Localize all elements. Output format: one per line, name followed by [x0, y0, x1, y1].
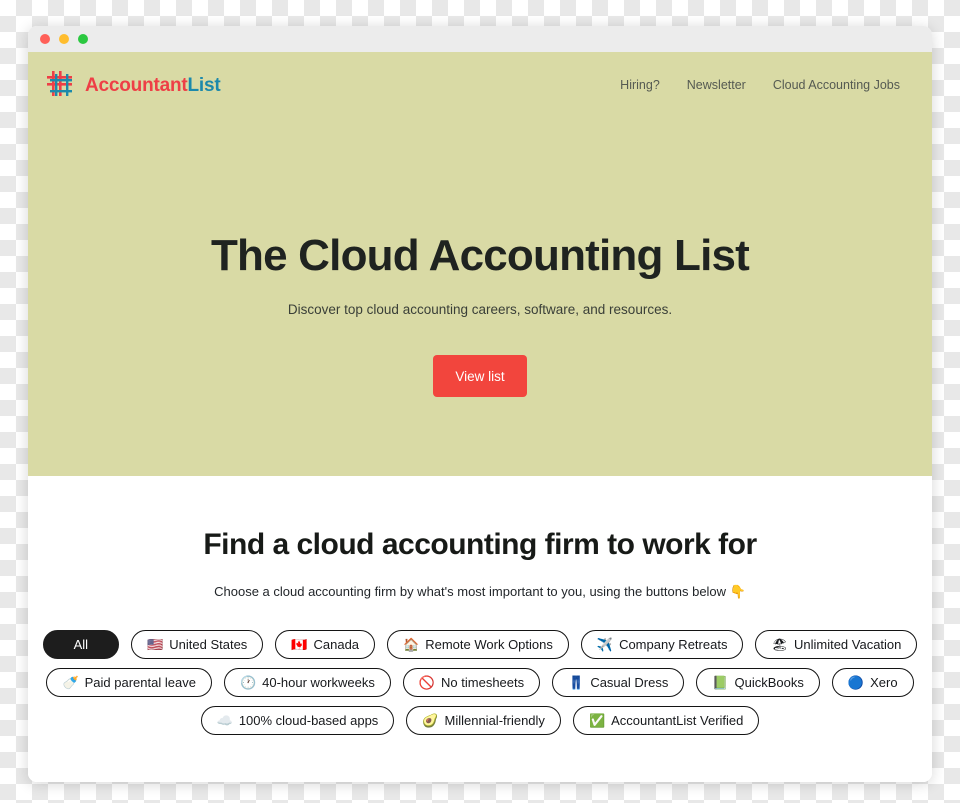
- filter-pill-100-cloud-based-apps[interactable]: ☁️ 100% cloud-based apps: [200, 706, 395, 735]
- filter-pill-quickbooks[interactable]: 📗 QuickBooks: [696, 668, 820, 697]
- filter-pill-unlimited-vacation[interactable]: 🏖 Unlimited Vacation: [755, 630, 918, 659]
- find-section-subtitle: Choose a cloud accounting firm by what's…: [214, 584, 746, 599]
- flag-canada-icon: 🇨🇦: [291, 637, 308, 652]
- filter-pill-all[interactable]: All: [42, 630, 120, 659]
- filter-pill-label: United States: [169, 637, 248, 652]
- find-firm-section: Find a cloud accounting firm to work for…: [28, 476, 932, 782]
- brand-name: AccountantList: [85, 76, 221, 95]
- find-section-title: Find a cloud accounting firm to work for: [203, 528, 757, 561]
- nav-links: Hiring? Newsletter Cloud Accounting Jobs: [620, 78, 900, 92]
- flag-us-icon: 🇺🇸: [147, 637, 164, 652]
- filter-pill-united-states[interactable]: 🇺🇸 United States: [131, 630, 264, 659]
- house-icon: 🏠: [403, 637, 420, 652]
- filter-pill-label: Canada: [313, 637, 360, 652]
- filter-pill-remote-work-options[interactable]: 🏠 Remote Work Options: [387, 630, 569, 659]
- hero-subtitle: Discover top cloud accounting careers, s…: [287, 302, 673, 318]
- filter-pill-paid-parental-leave[interactable]: 🍼 Paid parental leave: [46, 668, 212, 697]
- close-window-button[interactable]: [40, 34, 50, 44]
- hero-content: The Cloud Accounting List Discover top c…: [28, 104, 932, 398]
- filter-pill-label: Casual Dress: [590, 675, 669, 690]
- filter-pill-label: Millennial-friendly: [444, 713, 545, 728]
- jeans-icon: 👖: [568, 675, 585, 690]
- hero-title: The Cloud Accounting List: [210, 231, 750, 280]
- nav-link-newsletter[interactable]: Newsletter: [687, 78, 746, 92]
- filter-pill-label: 40-hour workweeks: [262, 675, 375, 690]
- filter-pill-canada[interactable]: 🇨🇦 Canada: [275, 630, 376, 659]
- filter-pill-company-retreats[interactable]: ✈️ Company Retreats: [580, 630, 744, 659]
- filter-pill-label: Paid parental leave: [84, 675, 196, 690]
- page-viewport: AccountantList Hiring? Newsletter Cloud …: [28, 52, 932, 782]
- beach-umbrella-icon: 🏖: [771, 637, 788, 652]
- window-titlebar: [28, 26, 932, 52]
- cloud-icon: ☁️: [216, 713, 233, 728]
- site-navbar: AccountantList Hiring? Newsletter Cloud …: [28, 52, 932, 104]
- brand-name-part-1: Accountant: [85, 74, 188, 96]
- filter-pill-label: AccountantList Verified: [611, 713, 744, 728]
- hero-cta-wrapper: View list: [28, 355, 932, 398]
- filter-pill-row: All 🇺🇸 United States 🇨🇦 Canada 🏠 Remote Work O…: [42, 630, 918, 659]
- filter-pill-label: Remote Work Options: [425, 637, 553, 652]
- clock-icon: 🕐: [239, 675, 257, 690]
- maximize-window-button[interactable]: [78, 34, 88, 44]
- filter-pill-label: QuickBooks: [734, 675, 804, 690]
- nav-link-hiring[interactable]: Hiring?: [620, 78, 660, 92]
- filter-pill-label: Xero: [870, 675, 898, 690]
- browser-window: AccountantList Hiring? Newsletter Cloud …: [28, 26, 932, 782]
- avocado-icon: 🥑: [422, 713, 439, 728]
- check-mark-icon: ✅: [588, 713, 606, 728]
- filter-pill-no-timesheets[interactable]: 🚫 No timesheets: [402, 668, 541, 697]
- airplane-icon: ✈️: [596, 637, 614, 652]
- filter-pill-row: ☁️ 100% cloud-based apps 🥑 Millennial-frien…: [46, 706, 914, 735]
- filter-pill-label: No timesheets: [441, 675, 525, 690]
- filter-pill-label: Company Retreats: [619, 637, 728, 652]
- brand-logo-link[interactable]: AccountantList: [46, 70, 221, 100]
- filter-pill-label: 100% cloud-based apps: [238, 713, 379, 728]
- minimize-window-button[interactable]: [59, 34, 69, 44]
- hero-section: AccountantList Hiring? Newsletter Cloud …: [28, 52, 932, 476]
- filter-pill-label: Unlimited Vacation: [793, 637, 902, 652]
- grid-hash-logo-icon: [47, 71, 72, 96]
- filter-pill-casual-dress[interactable]: 👖 Casual Dress: [552, 668, 685, 697]
- filter-pill-40-hour-workweeks[interactable]: 🕐 40-hour workweeks: [223, 668, 391, 697]
- filter-pill-row: 🍼 Paid parental leave 🕐 40-hour workweeks 🚫 N…: [46, 668, 914, 697]
- baby-bottle-icon: 🍼: [62, 675, 79, 690]
- nav-link-cloud-accounting-jobs[interactable]: Cloud Accounting Jobs: [773, 78, 900, 92]
- green-book-icon: 📗: [712, 675, 729, 690]
- blue-circle-icon: 🔵: [847, 675, 865, 690]
- filter-pill-accountantlist-verified[interactable]: ✅ AccountantList Verified: [572, 706, 760, 735]
- filter-pill-label: All: [73, 637, 89, 652]
- view-list-button[interactable]: View list: [433, 355, 527, 398]
- brand-name-part-2: List: [187, 74, 221, 96]
- filter-pill-millennial-friendly[interactable]: 🥑 Millennial-friendly: [406, 706, 561, 735]
- prohibited-icon: 🚫: [418, 675, 436, 690]
- filter-pill-rows: All 🇺🇸 United States 🇨🇦 Canada 🏠 Remote Work O…: [28, 630, 932, 735]
- filter-pill-xero[interactable]: 🔵 Xero: [831, 668, 914, 697]
